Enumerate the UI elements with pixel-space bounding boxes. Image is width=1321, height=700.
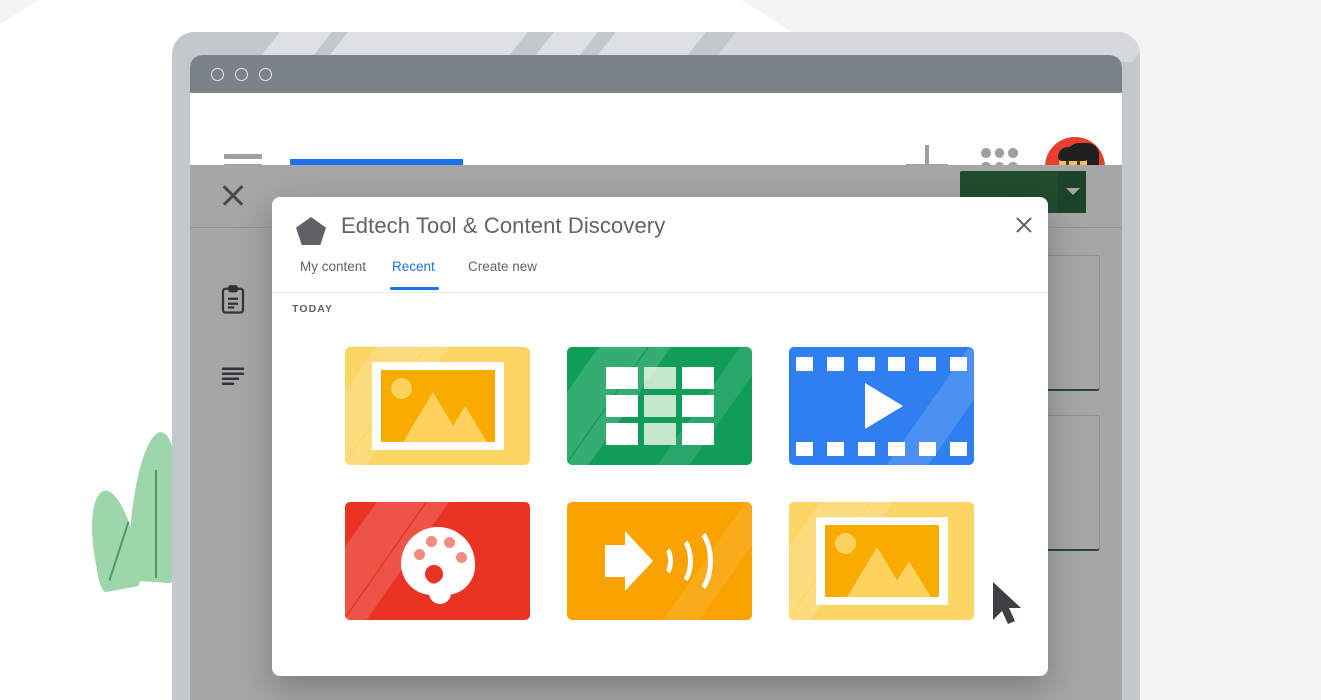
modal-title: Edtech Tool & Content Discovery [341,213,666,238]
window-dot-3[interactable] [259,68,272,81]
video-thumbnail [789,347,974,465]
window-dot-1[interactable] [211,68,224,81]
modal-header: Edtech Tool & Content Discovery [272,197,1048,255]
modal-tabs: My content Recent Create new [272,259,1048,291]
section-label-today: TODAY [292,303,334,315]
window-dot-2[interactable] [235,68,248,81]
image-card-2[interactable] [789,502,974,620]
tab-my-content[interactable]: My content [300,259,366,274]
spreadsheet-card[interactable] [567,347,752,465]
app-topbar [190,93,1122,197]
audio-speaker-thumbnail [604,521,715,601]
browser-titlebar [190,55,1122,93]
image-thumbnail [371,362,504,450]
active-tab-underline [390,287,439,290]
plant-leaf-vein [155,470,157,578]
video-card[interactable] [789,347,974,465]
content-row-2 [272,502,1048,657]
art-palette-thumbnail [400,527,475,604]
screenshot-root: Edtech Tool & Content Discovery My conte… [0,0,1321,700]
edtech-discovery-modal: Edtech Tool & Content Discovery My conte… [272,197,1048,676]
tab-create-new[interactable]: Create new [468,259,537,274]
drawing-card[interactable] [345,502,530,620]
content-row-1 [272,347,1048,502]
mouse-pointer [990,580,1026,626]
tab-recent[interactable]: Recent [392,259,435,274]
image-card[interactable] [345,347,530,465]
modal-close-icon[interactable] [1012,213,1036,237]
image-thumbnail-2 [815,517,948,605]
tabs-divider [272,292,1048,293]
content-grid [272,347,1048,657]
pentagon-logo-icon [296,217,326,245]
audio-card[interactable] [567,502,752,620]
